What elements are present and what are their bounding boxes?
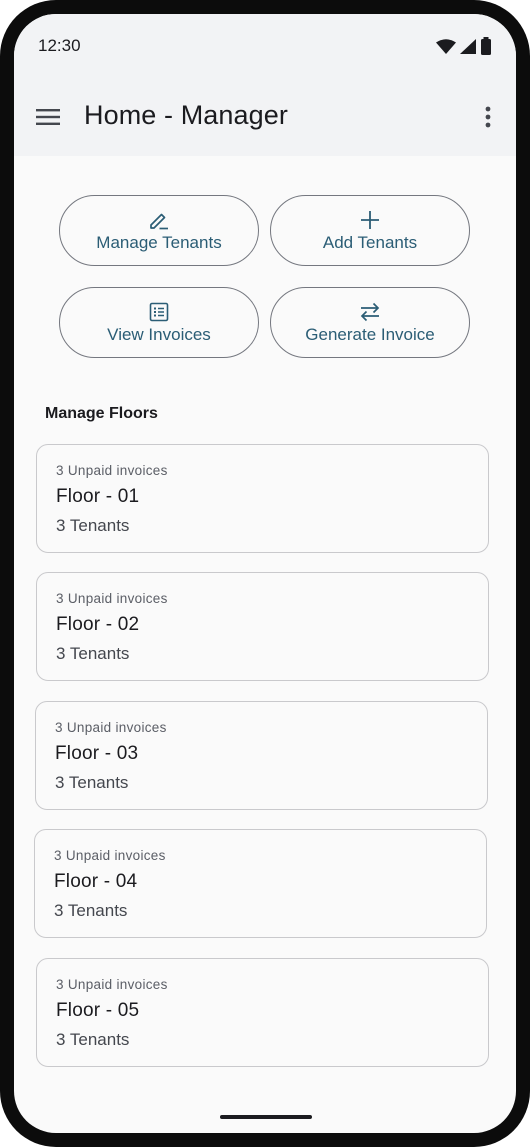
unpaid-invoices-label: 3 Unpaid invoices — [56, 591, 168, 606]
tenant-count: 3 Tenants — [56, 1030, 130, 1049]
top-app-bar: Home - Manager — [14, 78, 516, 156]
tenant-count: 3 Tenants — [56, 644, 130, 663]
floor-card-05[interactable]: 3 Unpaid invoices Floor - 05 3 Tenants — [36, 958, 489, 1067]
floor-name: Floor - 03 — [55, 743, 139, 764]
more-vert-icon[interactable] — [476, 101, 500, 133]
screen: 12:30 Home - Manager Manage Tenants Add … — [14, 14, 516, 1133]
floor-name: Floor - 01 — [56, 486, 140, 507]
floor-card-01[interactable]: 3 Unpaid invoices Floor - 01 3 Tenants — [36, 444, 489, 553]
battery-icon — [480, 37, 492, 55]
edit-pencil-icon — [148, 209, 170, 231]
signal-icon — [460, 38, 476, 54]
status-icons — [436, 37, 492, 55]
phone-frame: 12:30 Home - Manager Manage Tenants Add … — [0, 0, 530, 1147]
manage-tenants-label: Manage Tenants — [96, 232, 222, 252]
floor-card-02[interactable]: 3 Unpaid invoices Floor - 02 3 Tenants — [36, 572, 489, 681]
status-time: 12:30 — [38, 36, 81, 55]
status-bar: 12:30 — [14, 14, 516, 78]
add-tenants-label: Add Tenants — [322, 232, 418, 252]
tenant-count: 3 Tenants — [56, 516, 130, 535]
floor-name: Floor - 04 — [54, 871, 138, 892]
home-indicator[interactable] — [220, 1115, 312, 1119]
floor-name: Floor - 05 — [56, 1000, 140, 1021]
manage-tenants-button[interactable]: Manage Tenants — [59, 195, 259, 266]
generate-invoice-label: Generate Invoice — [305, 324, 435, 344]
list-icon — [149, 301, 169, 323]
hamburger-menu-icon[interactable] — [32, 101, 64, 133]
tenant-count: 3 Tenants — [54, 901, 128, 920]
unpaid-invoices-label: 3 Unpaid invoices — [56, 463, 168, 478]
plus-icon — [360, 209, 380, 231]
generate-invoice-button[interactable]: Generate Invoice — [270, 287, 470, 358]
tenant-count: 3 Tenants — [55, 773, 129, 792]
floor-card-04[interactable]: 3 Unpaid invoices Floor - 04 3 Tenants — [34, 829, 487, 938]
view-invoices-label: View Invoices — [107, 324, 211, 344]
unpaid-invoices-label: 3 Unpaid invoices — [56, 977, 168, 992]
wifi-icon — [436, 38, 456, 54]
floor-name: Floor - 02 — [56, 614, 140, 635]
floor-card-03[interactable]: 3 Unpaid invoices Floor - 03 3 Tenants — [35, 701, 488, 810]
view-invoices-button[interactable]: View Invoices — [59, 287, 259, 358]
unpaid-invoices-label: 3 Unpaid invoices — [54, 848, 166, 863]
page-title: Home - Manager — [84, 100, 288, 130]
unpaid-invoices-label: 3 Unpaid invoices — [55, 720, 167, 735]
swap-arrows-icon — [359, 301, 381, 323]
section-title-manage-floors: Manage Floors — [45, 405, 158, 422]
add-tenants-button[interactable]: Add Tenants — [270, 195, 470, 266]
